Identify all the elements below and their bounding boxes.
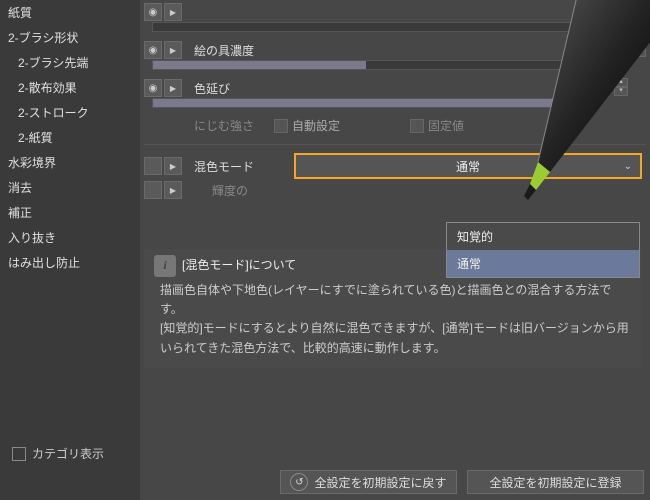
play-icon[interactable]: [410, 119, 424, 133]
paint-density-slider[interactable]: [152, 60, 580, 70]
register-button[interactable]: 全設定を初期設定に登録: [467, 470, 644, 494]
menu-item-normal[interactable]: 通常: [447, 250, 639, 277]
info-icon: i: [154, 255, 176, 277]
luminance-label: 輝度の: [212, 182, 248, 199]
info-body-1: 描画色自体や下地色(レイヤーにすでに塗られている色)と描画色との混合する方法です…: [160, 281, 632, 319]
toggle-icon[interactable]: [144, 181, 162, 199]
expand-icon[interactable]: [164, 41, 182, 59]
sidebar-item-brush-tip[interactable]: 2-ブラシ先端: [0, 50, 140, 75]
eye-icon[interactable]: [144, 79, 162, 97]
info-body-2: [知覚的]モードにするとより自然に混色できますが、[通常]モードは旧バージョンか…: [160, 319, 632, 357]
sidebar-item-in-out[interactable]: 入り抜き: [0, 225, 140, 250]
footer: カテゴリ表示 ↺ 全設定を初期設定に戻す 全設定を初期設定に登録: [140, 436, 650, 500]
color-stretch-label: 色延び: [194, 80, 230, 97]
category-toggle[interactable]: カテゴリ表示: [12, 445, 104, 462]
spinner[interactable]: ▴▾: [614, 40, 628, 58]
sidebar-item-stroke[interactable]: 2-ストローク: [0, 100, 140, 125]
blend-mode-dropdown[interactable]: 通常 ⌄: [294, 153, 642, 179]
expand-icon[interactable]: [164, 79, 182, 97]
eye-icon[interactable]: [144, 41, 162, 59]
sidebar: 紙質 2-ブラシ形状 2-ブラシ先端 2-散布効果 2-ストローク 2-紙質 水…: [0, 0, 140, 500]
blend-mode-label: 混色モード: [194, 158, 294, 175]
sidebar-item-correction[interactable]: 補正: [0, 200, 140, 225]
toggle-icon[interactable]: [144, 157, 162, 175]
main-panel: 絵の具濃度 50 ▴▾ ⤓ 色延び 100 ▴▾ にじむ強さ 自動設定 固定値 …: [140, 0, 650, 500]
reset-button[interactable]: ↺ 全設定を初期設定に戻す: [280, 470, 457, 494]
menu-item-perceptual[interactable]: 知覚的: [447, 223, 639, 250]
paint-density-label: 絵の具濃度: [194, 42, 254, 59]
color-stretch-slider[interactable]: [152, 98, 580, 108]
color-stretch-value: 100: [590, 76, 610, 90]
sidebar-item-paper[interactable]: 紙質: [0, 0, 140, 25]
expand-icon[interactable]: [164, 3, 182, 21]
sidebar-item-overflow[interactable]: はみ出し防止: [0, 250, 140, 275]
info-title: [混色モード]について: [182, 256, 296, 275]
expand-icon[interactable]: [164, 157, 182, 175]
link-icon[interactable]: [274, 119, 288, 133]
paint-density-value: 50: [597, 38, 610, 52]
eye-icon[interactable]: [144, 3, 162, 21]
sidebar-item-brush-shape[interactable]: 2-ブラシ形状: [0, 25, 140, 50]
checkbox[interactable]: [12, 447, 26, 461]
reset-icon: ↺: [290, 473, 308, 491]
chevron-down-icon: ⌄: [624, 161, 632, 172]
bleed-strength-label: にじむ強さ: [194, 117, 254, 134]
sidebar-item-scatter[interactable]: 2-散布効果: [0, 75, 140, 100]
sidebar-item-erase[interactable]: 消去: [0, 175, 140, 200]
spinner[interactable]: ▴▾: [614, 78, 628, 96]
download-icon[interactable]: ⤓: [630, 41, 646, 57]
sidebar-item-paper2[interactable]: 2-紙質: [0, 125, 140, 150]
sidebar-item-watercolor-edge[interactable]: 水彩境界: [0, 150, 140, 175]
blend-mode-menu: 知覚的 通常: [446, 222, 640, 278]
expand-icon[interactable]: [164, 181, 182, 199]
